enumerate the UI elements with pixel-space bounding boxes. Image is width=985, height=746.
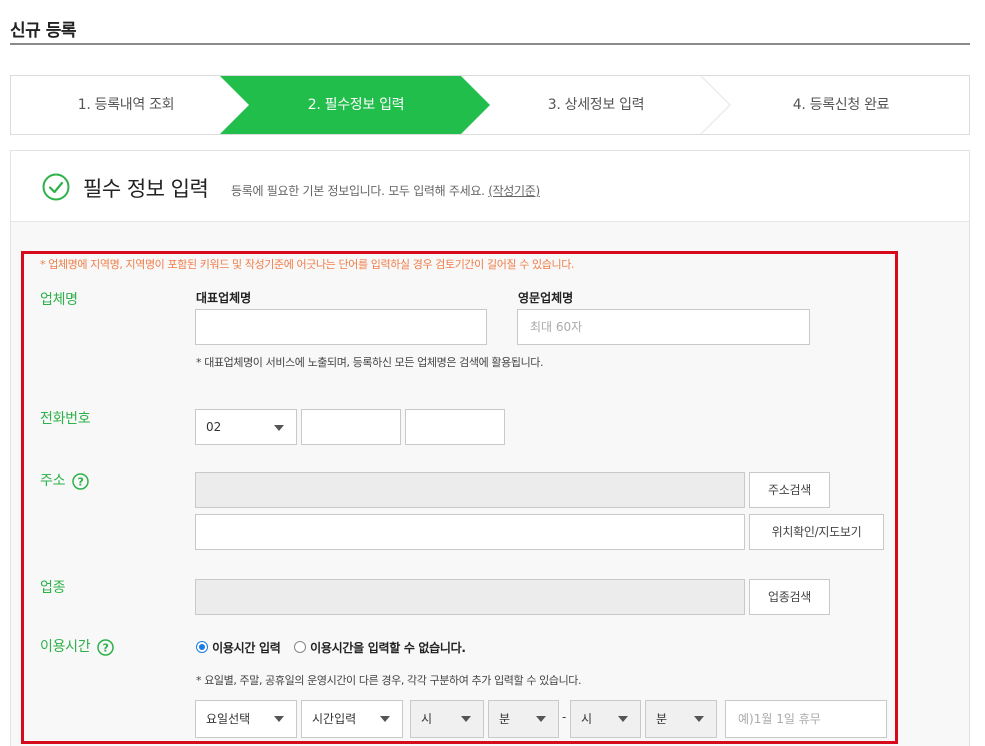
question-circle-icon[interactable]: ? [72,472,90,490]
address-label-text: 주소 [40,473,66,489]
check-circle-icon [42,173,70,201]
area-code-value: 02 [206,420,222,434]
chevron-down-icon [274,716,284,722]
time-separator: - [562,710,567,724]
start-hour-select[interactable]: 시 [410,700,484,738]
step-indicator: 1. 등록내역 조회 2. 필수정보 입력 3. 상세정보 입력 4. 등록신청… [10,75,970,135]
hours-option-none[interactable]: 이용시간을 입력할 수 없습니다. [294,639,466,656]
end-hour-value: 시 [581,712,593,726]
main-company-input[interactable] [195,309,487,345]
step-1: 1. 등록내역 조회 [77,97,175,113]
en-company-label: 영문업체명 [518,291,574,305]
criteria-link[interactable]: (작성기준) [488,184,540,198]
step-2-active: 2. 필수정보 입력 [307,97,405,113]
hours-label-text: 이용시간 [40,639,91,655]
title-divider [10,43,970,45]
end-min-select[interactable]: 분 [645,700,717,738]
company-label: 업체명 [40,292,78,308]
time-select[interactable]: 시간입력 [301,700,403,738]
section-header: 필수 정보 입력 등록에 필요한 기본 정보입니다. 모두 입력해 주세요. (… [11,151,969,222]
radio-selected[interactable] [196,641,208,653]
section-description: 등록에 필요한 기본 정보입니다. 모두 입력해 주세요. (작성기준) [231,182,540,199]
day-select-value: 요일선택 [206,712,251,726]
hours-option-input[interactable]: 이용시간 입력 [196,639,281,656]
hours-option-none-label: 이용시간을 입력할 수 없습니다. [310,641,466,655]
phone-middle-input[interactable] [301,409,401,445]
radio-unselected[interactable] [294,641,306,653]
start-min-value: 분 [499,712,511,726]
start-hour-value: 시 [421,712,433,726]
chevron-down-icon [461,716,471,722]
phone-label: 전화번호 [40,411,91,427]
section-title: 필수 정보 입력 [83,177,209,201]
svg-text:?: ? [78,475,84,488]
chevron-down-icon [536,716,546,722]
step-3: 3. 상세정보 입력 [547,97,645,113]
address-input [195,472,745,508]
end-min-value: 분 [656,712,668,726]
step-4: 4. 등록신청 완료 [792,97,890,113]
business-input [195,579,745,615]
notice-text: * 업체명에 지역명, 지역명이 포함된 키워드 및 작성기준에 어긋나는 단어… [40,258,575,271]
page-title: 신규 등록 [10,21,76,41]
holiday-input[interactable]: 예)1월 1일 휴무 [725,700,887,738]
business-search-button[interactable]: 업종검색 [749,579,830,615]
hours-hint: * 요일별, 주말, 공휴일의 운영시간이 다른 경우, 각각 구분하여 추가 … [196,674,582,687]
address-label: 주소 ? [40,470,90,490]
business-label: 업종 [40,580,66,596]
chevron-down-icon [694,716,704,722]
map-view-button[interactable]: 위치확인/지도보기 [749,514,884,550]
company-hint: * 대표업체명이 서비스에 노출되며, 등록하신 모든 업체명은 검색에 활용됩… [196,356,544,369]
chevron-down-icon [380,716,390,722]
hours-option-input-label: 이용시간 입력 [212,641,281,655]
en-company-input[interactable]: 최대 60자 [517,309,810,345]
start-min-select[interactable]: 분 [488,700,559,738]
chevron-down-icon [274,425,284,431]
time-select-value: 시간입력 [312,712,357,726]
end-hour-select[interactable]: 시 [570,700,641,738]
address-search-button[interactable]: 주소검색 [749,472,830,508]
day-select[interactable]: 요일선택 [195,700,297,738]
chevron-down-icon [618,716,628,722]
section-desc-text: 등록에 필요한 기본 정보입니다. 모두 입력해 주세요. [231,184,485,198]
phone-last-input[interactable] [405,409,505,445]
question-circle-icon[interactable]: ? [97,638,115,656]
main-company-label: 대표업체명 [196,291,252,305]
hours-label: 이용시간 ? [40,636,115,656]
address-detail-input[interactable] [195,514,745,550]
svg-text:?: ? [103,641,109,654]
area-code-select[interactable]: 02 [195,409,297,445]
